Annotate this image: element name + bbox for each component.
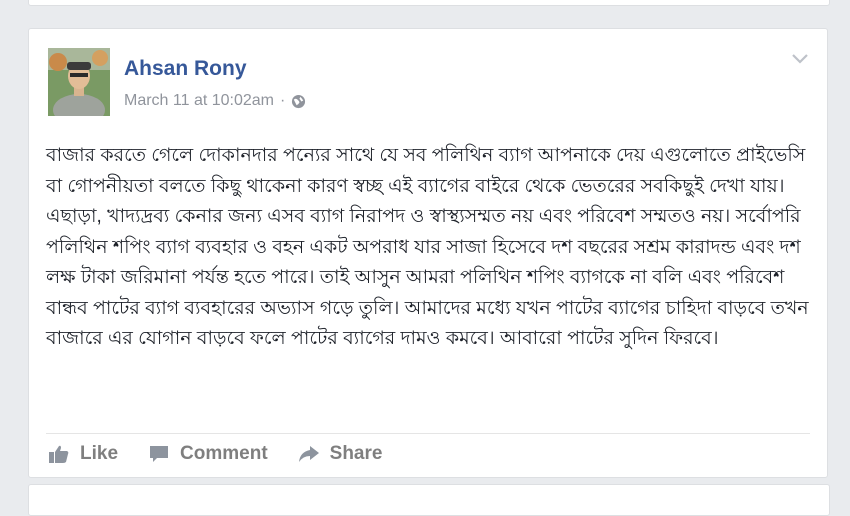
actions-divider <box>46 433 810 434</box>
share-button[interactable]: Share <box>298 443 383 465</box>
meta-separator: · <box>280 92 286 109</box>
share-label: Share <box>329 443 383 464</box>
post-card: Ahsan Rony March 11 at 10:02am · বাজার ক… <box>28 28 828 478</box>
thumbs-up-icon <box>49 445 69 463</box>
avatar[interactable] <box>48 48 110 116</box>
comment-icon <box>150 446 169 462</box>
post-body: বাজার করতে গেলে দোকানদার পন্যের সাথে যে … <box>46 145 809 349</box>
post-actions: Like Comment Share <box>48 443 412 465</box>
avatar-photo <box>48 48 110 116</box>
like-label: Like <box>80 443 119 464</box>
chevron-down-icon[interactable] <box>791 53 809 65</box>
comment-button[interactable]: Comment <box>148 443 268 465</box>
previous-post-card <box>28 0 830 6</box>
like-button[interactable]: Like <box>48 443 118 465</box>
next-post-card <box>28 484 830 516</box>
post-timestamp[interactable]: March 11 at 10:02am <box>124 92 274 110</box>
globe-icon[interactable] <box>291 94 306 109</box>
post-meta: March 11 at 10:02am · <box>124 92 306 110</box>
author-name[interactable]: Ahsan Rony <box>124 57 247 81</box>
share-icon <box>298 446 319 462</box>
comment-label: Comment <box>180 443 268 464</box>
